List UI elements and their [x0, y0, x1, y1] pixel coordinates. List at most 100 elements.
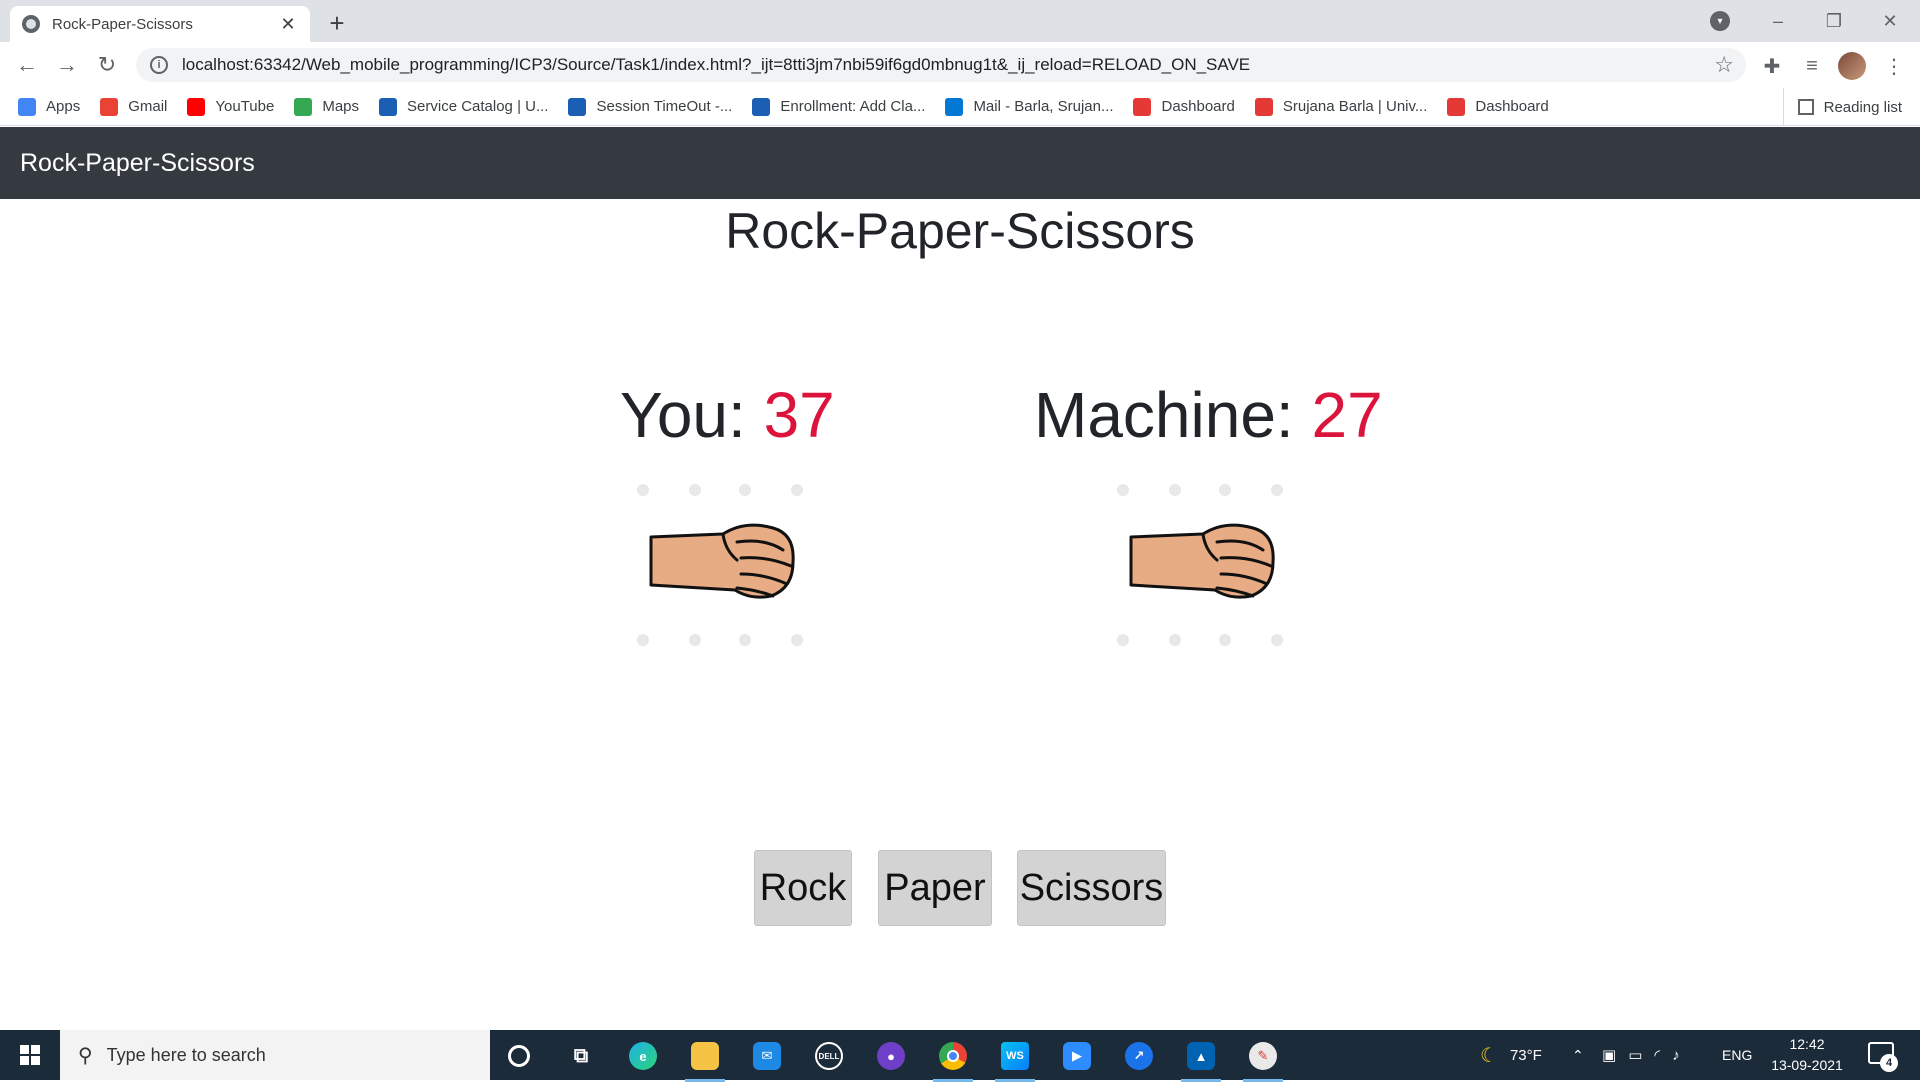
bookmark-label: Dashboard [1161, 98, 1235, 115]
apps-grid-icon [18, 97, 36, 116]
webstorm-icon[interactable]: WS [989, 1035, 1041, 1082]
machine-rock-fist-icon [1113, 480, 1283, 650]
github-icon[interactable]: ● [865, 1035, 917, 1077]
reading-list-label: Reading list [1823, 98, 1902, 116]
bookmark-label: Session TimeOut -... [596, 98, 733, 115]
url-text[interactable]: localhost:63342/Web_mobile_programming/I… [182, 55, 1714, 75]
taskbar-clock[interactable]: 12:42 13-09-2021 [1762, 1034, 1852, 1076]
app-blue-icon[interactable]: ↗ [1113, 1035, 1165, 1077]
scissors-button[interactable]: Scissors [1017, 850, 1166, 926]
page-title: Rock-Paper-Scissors [725, 203, 1195, 259]
moon-icon: ☾ [1480, 1044, 1498, 1067]
wifi-icon[interactable]: ◜ [1654, 1046, 1660, 1064]
menu-kebab-icon[interactable]: ⋮ [1880, 52, 1908, 80]
bookmark-item[interactable]: Session TimeOut -... [568, 97, 733, 116]
file-explorer-icon[interactable] [679, 1035, 731, 1082]
weather-widget[interactable]: ☾ 73°F [1480, 1030, 1542, 1080]
bookmark-item[interactable]: YouTube [187, 97, 275, 116]
paint-icon[interactable]: ✎ [1237, 1035, 1289, 1082]
browser-tab-strip: Rock-Paper-Scissors ✕ + ▾ – ❐ ✕ [0, 0, 1920, 42]
close-window-button[interactable]: ✕ [1862, 0, 1918, 42]
notification-count-badge: 4 [1880, 1054, 1898, 1072]
bookmark-label: Maps [322, 98, 360, 115]
outlook-icon [945, 97, 964, 116]
bookmark-label: Gmail [128, 98, 168, 115]
address-bar[interactable]: i localhost:63342/Web_mobile_programming… [136, 48, 1746, 82]
bookmark-item[interactable]: Gmail [100, 97, 168, 116]
you-score-display: You: 37 [620, 378, 835, 452]
profile-avatar[interactable] [1838, 52, 1866, 80]
bookmark-item[interactable]: Srujana Barla | Univ... [1254, 97, 1427, 116]
dashboard-icon [1447, 97, 1466, 116]
bookmark-item[interactable]: Mail - Barla, Srujan... [945, 97, 1114, 116]
forward-arrow-icon[interactable]: → [52, 50, 82, 80]
back-arrow-icon[interactable]: ← [12, 50, 42, 80]
bookmarks-bar: Apps Gmail YouTube Maps Service Catalog | U.… [0, 88, 1920, 126]
bookmark-item[interactable]: Maps [294, 97, 360, 116]
meet-now-icon[interactable]: ▣ [1602, 1046, 1616, 1064]
site-info-icon[interactable]: i [150, 56, 168, 74]
taskbar-search-box[interactable]: ⚲ Type here to search [60, 1030, 490, 1080]
navbar-brand[interactable]: Rock-Paper-Scissors [20, 149, 255, 178]
bookmark-label: Mail - Barla, Srujan... [973, 98, 1114, 115]
you-rock-fist-icon [633, 480, 803, 650]
edge-icon[interactable]: e [617, 1035, 669, 1077]
dashboard-icon [1133, 97, 1152, 116]
bookmark-item[interactable]: Enrollment: Add Cla... [752, 97, 926, 116]
bookmark-label: Dashboard [1475, 98, 1549, 115]
maps-pin-icon [294, 97, 313, 116]
enrollment-icon [752, 97, 771, 116]
browser-toolbar: ← → ↻ i localhost:63342/Web_mobile_progr… [0, 42, 1920, 88]
bookmark-item[interactable]: Apps [18, 97, 81, 116]
bookmark-label: Apps [46, 98, 81, 115]
weather-temperature: 73°F [1509, 1046, 1542, 1064]
search-placeholder: Type here to search [106, 1044, 266, 1065]
dell-icon[interactable]: DELL [803, 1035, 855, 1077]
zoom-icon[interactable]: ▶ [1051, 1035, 1103, 1077]
language-indicator[interactable]: ENG [1722, 1030, 1752, 1080]
windows-logo-icon [20, 1045, 40, 1065]
machine-score-display: Machine: 27 [1034, 378, 1383, 452]
battery-icon[interactable]: ▭ [1628, 1046, 1642, 1064]
cortana-icon[interactable] [493, 1035, 545, 1077]
minimize-button[interactable]: – [1750, 0, 1806, 42]
gmail-icon [100, 97, 119, 116]
extensions-icon[interactable]: ✚ [1758, 52, 1786, 80]
reload-icon[interactable]: ↻ [92, 50, 122, 80]
university-icon [1254, 97, 1273, 116]
bookmark-star-icon[interactable]: ☆ [1714, 52, 1734, 78]
you-label: You: [620, 379, 746, 451]
start-button[interactable] [0, 1030, 60, 1080]
machine-label: Machine: [1034, 379, 1294, 451]
bookmark-label: Enrollment: Add Cla... [780, 98, 926, 115]
system-tray-icons[interactable]: ▣ ▭ ◜ ♪ [1602, 1030, 1680, 1080]
bookmark-label: YouTube [215, 98, 275, 115]
clock-date: 13-09-2021 [1771, 1057, 1843, 1073]
volume-icon[interactable]: ♪ [1672, 1047, 1680, 1064]
search-icon: ⚲ [78, 1044, 93, 1067]
reading-list-button[interactable]: Reading list [1782, 88, 1902, 126]
browser-tab[interactable]: Rock-Paper-Scissors ✕ [10, 6, 310, 42]
you-score: 37 [763, 379, 835, 451]
restore-button[interactable]: ❐ [1806, 0, 1862, 42]
app-navbar: Rock-Paper-Scissors [0, 127, 1920, 199]
photos-icon[interactable]: ▲ [1175, 1035, 1227, 1082]
service-catalog-icon [379, 97, 398, 116]
media-control-icon[interactable]: ≡ [1798, 52, 1826, 80]
windows-taskbar: ⚲ Type here to search ⧉ e ✉ DELL ● WS ▶ … [0, 1030, 1920, 1082]
mail-icon[interactable]: ✉ [741, 1035, 793, 1077]
bookmark-item[interactable]: Service Catalog | U... [379, 97, 549, 116]
task-view-icon[interactable]: ⧉ [555, 1035, 607, 1077]
bookmark-item[interactable]: Dashboard [1447, 97, 1549, 116]
show-hidden-icons[interactable]: ⌃ [1572, 1030, 1584, 1080]
tab-search-icon[interactable]: ▾ [1710, 11, 1730, 31]
rock-button[interactable]: Rock [754, 850, 852, 926]
close-tab-icon[interactable]: ✕ [278, 14, 298, 35]
globe-icon [22, 15, 40, 33]
bookmark-item[interactable]: Dashboard [1133, 97, 1235, 116]
tab-title: Rock-Paper-Scissors [52, 15, 193, 33]
paper-button[interactable]: Paper [878, 850, 992, 926]
new-tab-button[interactable]: + [322, 8, 352, 39]
bookmark-label: Service Catalog | U... [407, 98, 549, 115]
chrome-icon[interactable] [927, 1035, 979, 1082]
